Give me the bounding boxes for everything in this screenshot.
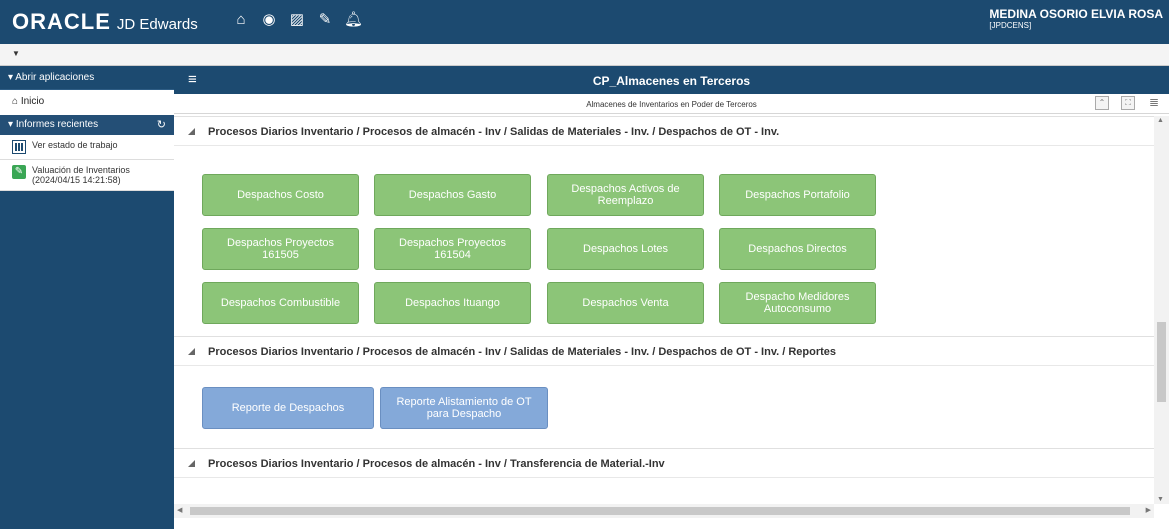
sidebar-item-inventory-valuation[interactable]: ✎ Valuación de Inventarios (2024/04/15 1…: [0, 160, 174, 191]
caret-down-icon: ▾: [8, 119, 14, 130]
caret-down-icon: ▾: [8, 72, 14, 83]
section-title: Procesos Diarios Inventario / Procesos d…: [208, 126, 780, 138]
content-area: Procesos Diarios Inventario / Procesos d…: [174, 116, 1154, 504]
dispatch-cost-button[interactable]: Despachos Costo: [202, 174, 359, 216]
dispatch-meters-button[interactable]: Despacho Medidores Autoconsumo: [719, 282, 876, 324]
user-environment: [JPDCENS]: [989, 21, 1032, 30]
dispatch-direct-button[interactable]: Despachos Directos: [719, 228, 876, 270]
page-title-bar: ≡ CP_Almacenes en Terceros: [174, 66, 1169, 94]
collapse-triangle-icon: [188, 460, 195, 467]
page-tools: ⌃ ⛶ ≣: [1095, 96, 1161, 110]
dispatch-portfolio-button[interactable]: Despachos Portafolio: [719, 174, 876, 216]
chart-icon[interactable]: ▨: [288, 10, 306, 30]
open-apps-toggle[interactable]: ▾ Abrir aplicaciones: [0, 66, 174, 90]
section-header[interactable]: Procesos Diarios Inventario / Procesos d…: [174, 116, 1154, 146]
home-icon[interactable]: ⌂: [232, 10, 250, 30]
main-panel: ≡ CP_Almacenes en Terceros Almacenes de …: [174, 66, 1169, 529]
oracle-logo[interactable]: ORACLE JD Edwards: [12, 9, 198, 35]
button-grid: Reporte de Despachos Reporte Alistamient…: [174, 366, 1154, 448]
sub-bar: ▼: [0, 44, 1169, 66]
horizontal-scrollbar[interactable]: ◀ ▶: [174, 504, 1154, 518]
brand-text: ORACLE: [12, 9, 111, 34]
top-bar: ORACLE JD Edwards ⌂ ◉ ▨ ✎ 🔔︎ MEDINA OSORI…: [0, 0, 1169, 44]
scrollbar-thumb[interactable]: [1157, 322, 1166, 402]
bell-icon[interactable]: 🔔︎: [344, 10, 363, 30]
scroll-right-icon[interactable]: ▶: [1146, 506, 1151, 514]
dispatch-fuel-button[interactable]: Despachos Combustible: [202, 282, 359, 324]
collapse-up-icon[interactable]: ⌃: [1095, 96, 1109, 110]
ot-staging-report-button[interactable]: Reporte Alistamiento de OT para Despacho: [380, 387, 548, 429]
edit-icon: ✎: [12, 165, 26, 179]
button-grid: Despachos Costo Despachos Gasto Despacho…: [174, 146, 1154, 336]
dispatch-sale-button[interactable]: Despachos Venta: [547, 282, 704, 324]
product-name: JD Edwards: [116, 16, 198, 33]
sidebar-item-job-status[interactable]: Ver estado de trabajo: [0, 135, 174, 160]
scroll-down-icon[interactable]: ▼: [1157, 496, 1164, 503]
chart-icon: [12, 140, 26, 154]
fullscreen-icon[interactable]: ⛶: [1121, 96, 1135, 110]
page-description: Almacenes de Inventarios en Poder de Ter…: [174, 94, 1169, 114]
recent-reports-label: Informes recientes: [15, 119, 99, 130]
page-title: CP_Almacenes en Terceros: [592, 74, 751, 88]
section-header[interactable]: Procesos Diarios Inventario / Procesos d…: [174, 336, 1154, 366]
sidebar-item-home[interactable]: ⌂ Inicio: [0, 90, 174, 115]
collapse-triangle-icon: [188, 348, 195, 355]
dispatch-projects-161504-button[interactable]: Despachos Proyectos 161504: [374, 228, 531, 270]
home-label: Inicio: [20, 96, 45, 107]
edit-icon[interactable]: ✎: [316, 10, 334, 30]
open-apps-label: Abrir aplicaciones: [15, 72, 95, 83]
collapse-triangle-icon: [188, 128, 195, 135]
sidebar-item-label: Ver estado de trabajo: [32, 140, 118, 150]
user-name: MEDINA OSORIO ELVIA ROSA: [989, 7, 1163, 21]
sidebar-item-label: Valuación de Inventarios: [32, 165, 130, 175]
list-icon[interactable]: ≣: [1147, 96, 1161, 110]
home-icon: ⌂: [12, 96, 19, 107]
sidebar: ▾ Abrir aplicaciones ⌂ Inicio ▾ Informes…: [0, 66, 174, 529]
dispatch-projects-161505-button[interactable]: Despachos Proyectos 161505: [202, 228, 359, 270]
scroll-left-icon[interactable]: ◀: [177, 506, 182, 514]
sidebar-item-timestamp: (2024/04/15 14:21:58): [32, 175, 121, 185]
user-menu[interactable]: MEDINA OSORIO ELVIA ROSA [JPDCENS]: [989, 7, 1163, 30]
section-title: Procesos Diarios Inventario / Procesos d…: [208, 346, 837, 358]
chevron-down-icon[interactable]: ▼: [12, 49, 20, 58]
recent-icon[interactable]: ◉: [260, 10, 278, 30]
refresh-icon[interactable]: ↻: [157, 118, 166, 131]
dispatch-replacement-assets-button[interactable]: Despachos Activos de Reemplazo: [547, 174, 704, 216]
page-description-text: Almacenes de Inventarios en Poder de Ter…: [586, 100, 757, 109]
scrollbar-thumb[interactable]: [190, 507, 1130, 515]
section-header[interactable]: Procesos Diarios Inventario / Procesos d…: [174, 448, 1154, 478]
dispatch-ituango-button[interactable]: Despachos Ituango: [374, 282, 531, 324]
vertical-scrollbar[interactable]: ▲ ▼: [1154, 116, 1169, 504]
nav-icons: ⌂ ◉ ▨ ✎ 🔔︎: [232, 10, 363, 30]
section-title: Procesos Diarios Inventario / Procesos d…: [208, 458, 665, 470]
dispatch-report-button[interactable]: Reporte de Despachos: [202, 387, 374, 429]
dispatch-lots-button[interactable]: Despachos Lotes: [547, 228, 704, 270]
dispatch-expense-button[interactable]: Despachos Gasto: [374, 174, 531, 216]
recent-reports-toggle[interactable]: ▾ Informes recientes ↻: [0, 115, 174, 135]
scroll-up-icon[interactable]: ▲: [1157, 117, 1164, 124]
